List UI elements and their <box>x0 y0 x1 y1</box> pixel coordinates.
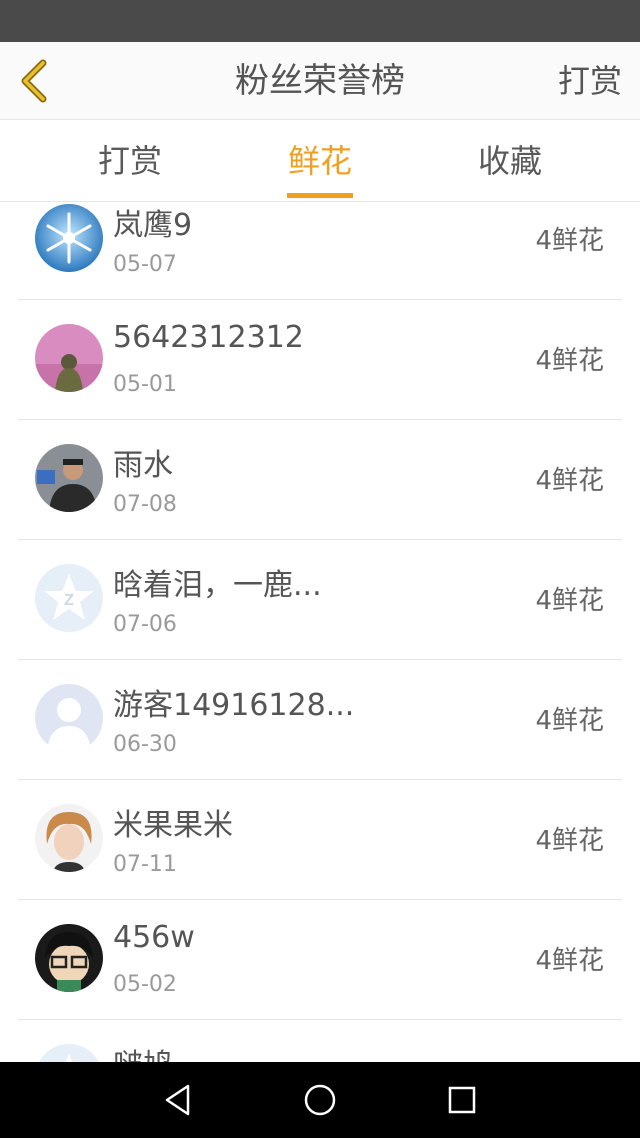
list-item[interactable]: 456w 05-02 4鲜花 <box>18 900 622 1020</box>
gift-date: 05-07 <box>113 252 177 277</box>
nav-back-button[interactable] <box>154 1076 202 1124</box>
gift-amount: 4鲜花 <box>535 946 604 976</box>
cartoon-glasses-avatar <box>35 924 103 992</box>
app-header: 粉丝荣誉榜 打赏 <box>0 42 640 120</box>
list-item[interactable]: 岚鹰9 05-07 4鲜花 <box>18 202 622 300</box>
gift-date: 07-11 <box>113 852 177 877</box>
list-item[interactable]: 游客14916128... 06-30 4鲜花 <box>18 660 622 780</box>
gift-date: 05-01 <box>113 372 177 397</box>
reward-button[interactable]: 打赏 <box>558 42 622 120</box>
nav-recents-button[interactable] <box>438 1076 486 1124</box>
system-nav-bar <box>0 1062 640 1138</box>
page-title: 粉丝荣誉榜 <box>235 61 405 101</box>
user-name: 456w <box>113 920 195 955</box>
svg-text:Z: Z <box>64 592 74 609</box>
boy-photo-avatar <box>35 804 103 872</box>
default-person-avatar <box>35 684 103 752</box>
triangle-back-icon <box>165 1084 190 1116</box>
gift-date: 05-02 <box>113 972 177 997</box>
user-name: 游客14916128... <box>113 688 355 723</box>
gift-amount: 4鲜花 <box>535 826 604 856</box>
tab-flowers[interactable]: 鲜花 <box>240 120 400 202</box>
user-name: 雨水 <box>113 448 173 483</box>
pink-couple-avatar <box>35 324 103 392</box>
list-item[interactable]: 5642312312 05-01 4鲜花 <box>18 300 622 420</box>
snowflake-avatar <box>35 204 103 272</box>
fan-list[interactable]: 岚鹰9 05-07 4鲜花 5642312312 05-01 4鲜花 雨水 07… <box>0 202 640 1062</box>
user-name: 啵鸠 <box>113 1040 173 1062</box>
qzone-default-avatar <box>35 1044 103 1062</box>
gift-amount: 4鲜花 <box>535 346 604 376</box>
nav-home-button[interactable] <box>296 1076 344 1124</box>
gift-date: 06-30 <box>113 732 177 757</box>
user-name: 晗着泪，一鹿... <box>113 568 322 603</box>
user-name: 岚鹰9 <box>113 208 193 243</box>
user-name: 5642312312 <box>113 320 304 355</box>
gift-amount: 4鲜花 <box>535 586 604 616</box>
gift-amount: 4鲜花 <box>535 226 604 256</box>
gift-amount: 4鲜花 <box>535 706 604 736</box>
active-tab-indicator <box>287 193 353 198</box>
man-photo-avatar <box>35 444 103 512</box>
list-item[interactable]: Z 晗着泪，一鹿... 07-06 4鲜花 <box>18 540 622 660</box>
list-item[interactable]: 雨水 07-08 4鲜花 <box>18 420 622 540</box>
chevron-left-icon <box>21 59 47 103</box>
tab-reward[interactable]: 打赏 <box>50 120 210 202</box>
back-button[interactable] <box>14 56 54 106</box>
circle-home-icon <box>304 1084 336 1116</box>
list-item[interactable]: 啵鸠 <box>18 1020 622 1062</box>
tab-favorites[interactable]: 收藏 <box>430 120 590 202</box>
tab-bar: 打赏 鲜花 收藏 <box>0 120 640 202</box>
list-item[interactable]: 米果果米 07-11 4鲜花 <box>18 780 622 900</box>
status-bar <box>0 0 640 42</box>
gift-date: 07-06 <box>113 612 177 637</box>
user-name: 米果果米 <box>113 808 233 843</box>
qzone-default-avatar: Z <box>35 564 103 632</box>
gift-date: 07-08 <box>113 492 177 517</box>
square-recents-icon <box>448 1086 476 1114</box>
gift-amount: 4鲜花 <box>535 466 604 496</box>
